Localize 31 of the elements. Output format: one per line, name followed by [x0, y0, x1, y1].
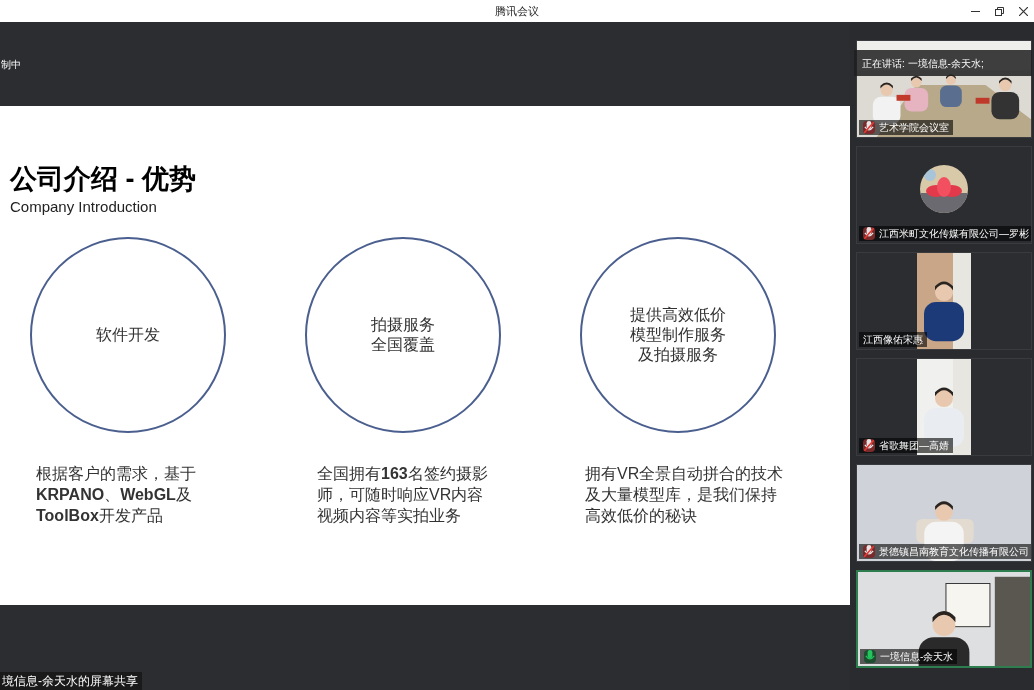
restore-icon	[994, 6, 1004, 16]
participant-name: 景德镇昌南教育文化传播有限公司	[879, 545, 1029, 558]
participant-name: 江西像佑宋惠	[863, 333, 923, 346]
slide-title: 公司介绍 - 优势	[10, 163, 197, 195]
minimize-icon	[970, 10, 980, 12]
window-title: 腾讯会议	[495, 3, 539, 19]
feature-label: 提供高效低价	[630, 305, 726, 325]
recording-status: 制中	[1, 57, 21, 72]
participant-name: 艺术学院会议室	[879, 121, 949, 134]
feature-label: 软件开发	[96, 325, 160, 345]
participant-name: 省歌舞团—高婧	[879, 439, 949, 452]
restore-button[interactable]	[992, 4, 1006, 18]
video-tile[interactable]: 江西米町文化传媒有限公司—罗彬	[856, 146, 1032, 244]
feature-description: 拥有VR全景自动拼合的技术及大量模型库，是我们保持高效低价的秘诀	[585, 464, 785, 526]
close-button[interactable]	[1016, 4, 1030, 18]
feature-label: 及拍摄服务	[638, 345, 718, 365]
close-icon	[1018, 6, 1028, 16]
feature-label: 全国覆盖	[371, 335, 435, 355]
video-tile[interactable]: 景德镇昌南教育文化传播有限公司	[856, 464, 1032, 562]
slide-subtitle: Company Introduction	[10, 197, 158, 217]
video-tile[interactable]: 省歌舞团—高婧	[856, 358, 1032, 456]
feature-label: 模型制作服务	[630, 325, 726, 345]
participant-name: 江西米町文化传媒有限公司—罗彬	[879, 227, 1029, 240]
feature-label: 拍摄服务	[371, 315, 435, 335]
screen-share-label: 境信息-余天水的屏幕共享	[0, 672, 142, 690]
video-tile[interactable]: 江西像佑宋惠	[856, 252, 1032, 350]
video-tile[interactable]: 一境信息-余天水	[856, 570, 1032, 668]
feature-description: 全国拥有163名签约摄影师，可随时响应VR内容视频内容等实拍业务	[317, 464, 489, 526]
speaking-text: 正在讲话: 一境信息-余天水;	[862, 56, 984, 71]
participant-name: 一境信息-余天水	[880, 650, 954, 663]
feature-description: 根据客户的需求，基于KRPANO、WebGL及ToolBox开发产品	[36, 464, 197, 526]
